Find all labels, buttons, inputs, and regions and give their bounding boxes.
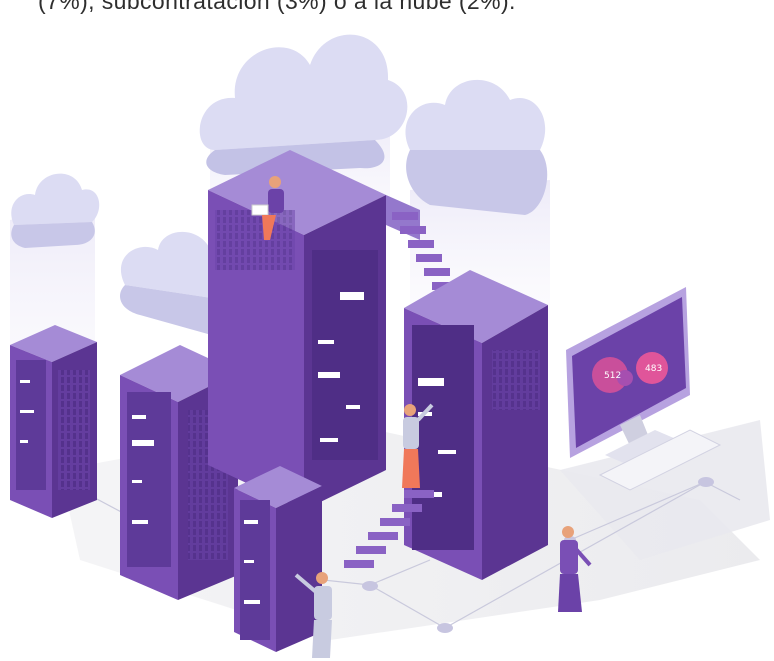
monitor-value-right: 483	[645, 364, 662, 374]
cloud-top-center	[199, 34, 408, 175]
monitor-value-left: 512	[604, 371, 621, 381]
rack-far-left	[10, 325, 97, 518]
rack-right	[404, 270, 548, 580]
cloud-top-right	[405, 79, 548, 215]
rack-front-small	[234, 466, 322, 652]
cloud-left	[11, 173, 100, 248]
datacenter-illustration: 512 483	[10, 34, 770, 658]
